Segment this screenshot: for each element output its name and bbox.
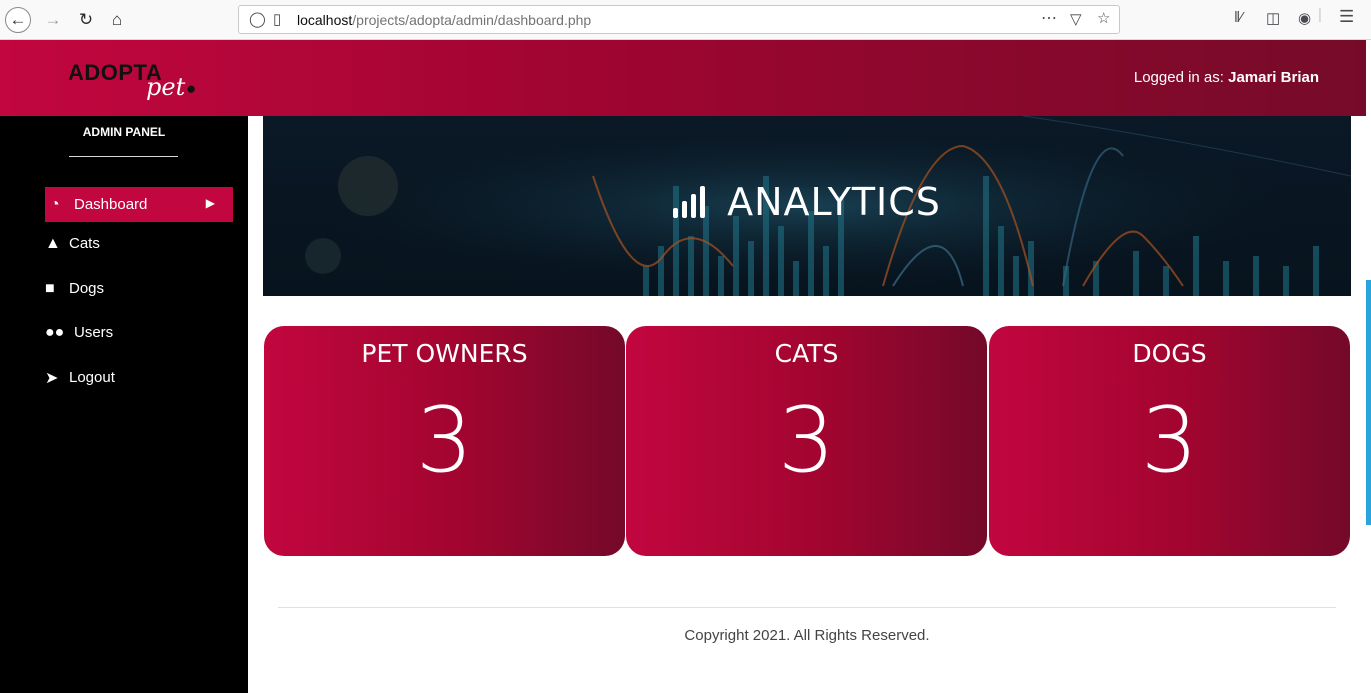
- account-icon[interactable]: ◉: [1298, 9, 1311, 27]
- more-actions-icon[interactable]: ⋯: [1041, 8, 1057, 28]
- sidebar-item-logout[interactable]: ➤ Logout: [45, 360, 233, 395]
- arrow-left-icon: ←: [9, 10, 27, 29]
- page-icon: ▯: [273, 11, 282, 28]
- stat-label: PET OWNERS: [361, 339, 528, 368]
- stat-value: 3: [1140, 388, 1199, 493]
- sidebar-item-dogs[interactable]: ■ Dogs: [45, 271, 233, 306]
- stat-card-pet-owners: PET OWNERS 3: [264, 326, 625, 556]
- stat-card-cats: CATS 3: [626, 326, 987, 556]
- back-button[interactable]: ←: [5, 7, 31, 33]
- cat-icon: ▲: [45, 234, 61, 252]
- shield-icon: ◯: [249, 11, 266, 28]
- sidebar-toggle-icon[interactable]: ◫: [1266, 9, 1280, 27]
- url-path: /projects/adopta/admin/dashboard.php: [352, 12, 592, 28]
- logo[interactable]: ADOPTA pet ●: [68, 60, 213, 105]
- home-icon: ⌂: [111, 10, 123, 29]
- panel-divider: [69, 156, 178, 157]
- analytics-title: ANALYTICS: [263, 180, 1351, 224]
- paw-icon: ●: [186, 79, 197, 98]
- dog-icon: ■: [45, 279, 55, 297]
- url-text: localhost/projects/adopta/admin/dashboar…: [297, 12, 591, 28]
- sidebar-item-label: Logout: [69, 369, 115, 386]
- app-header: ADOPTA pet ● Logged in as: Jamari Brian: [0, 40, 1366, 116]
- sidebar-item-label: Cats: [69, 235, 100, 252]
- sidebar-item-dashboard[interactable]: ◔ Dashboard ▶: [45, 187, 233, 222]
- panel-title: ADMIN PANEL: [82, 125, 166, 139]
- home-button[interactable]: ⌂: [104, 7, 130, 33]
- analytics-banner: ANALYTICS: [263, 116, 1351, 296]
- copyright-text: Copyright 2021. All Rights Reserved.: [684, 627, 930, 644]
- user-name: Jamari Brian: [1228, 69, 1319, 86]
- stat-card-dogs: DOGS 3: [989, 326, 1350, 556]
- sidebar-item-label: Users: [74, 324, 114, 341]
- stat-label: CATS: [774, 339, 839, 368]
- scroll-indicator: [1366, 280, 1371, 525]
- sidebar: ADMIN PANEL ◔ Dashboard ▶ ▲ Cats ■ Dogs …: [0, 116, 248, 693]
- pocket-icon[interactable]: ▽: [1070, 10, 1082, 28]
- logout-icon: ➤: [45, 369, 59, 387]
- stat-value: 3: [415, 388, 474, 493]
- reload-icon: ↻: [78, 10, 94, 29]
- sidebar-item-label: Dogs: [69, 280, 105, 297]
- menu-icon[interactable]: ☰: [1339, 7, 1354, 27]
- library-icon[interactable]: ‖⁄: [1234, 9, 1243, 26]
- analytics-heading: ANALYTICS: [727, 180, 941, 224]
- sidebar-item-cats[interactable]: ▲ Cats: [45, 226, 233, 261]
- logo-subtext: pet: [146, 73, 186, 101]
- sidebar-item-label: Dashboard: [74, 196, 148, 213]
- arrow-right-icon: →: [44, 10, 62, 29]
- login-prefix: Logged in as:: [1133, 69, 1224, 86]
- sidebar-item-users[interactable]: ●● Users: [45, 315, 233, 350]
- footer-divider: [278, 607, 1336, 608]
- reload-button[interactable]: ↻: [73, 7, 99, 33]
- url-bar[interactable]: ◯ ▯ localhost/projects/adopta/admin/dash…: [238, 5, 1120, 34]
- url-host: localhost: [297, 12, 353, 28]
- browser-toolbar: ← → ↻ ⌂ ◯ ▯ localhost/projects/adopta/ad…: [0, 0, 1371, 40]
- toolbar-divider: |: [1318, 6, 1322, 23]
- users-icon: ●●: [45, 323, 65, 341]
- stat-value: 3: [777, 388, 836, 493]
- bookmark-star-icon[interactable]: ☆: [1097, 9, 1110, 27]
- login-info: Logged in as: Jamari Brian: [1134, 69, 1319, 86]
- tachometer-icon: ◔: [50, 195, 60, 213]
- caret-right-icon: ▶: [205, 196, 215, 210]
- forward-button[interactable]: →: [40, 7, 66, 33]
- signal-bars-icon: [673, 186, 706, 218]
- stat-label: DOGS: [1132, 339, 1207, 368]
